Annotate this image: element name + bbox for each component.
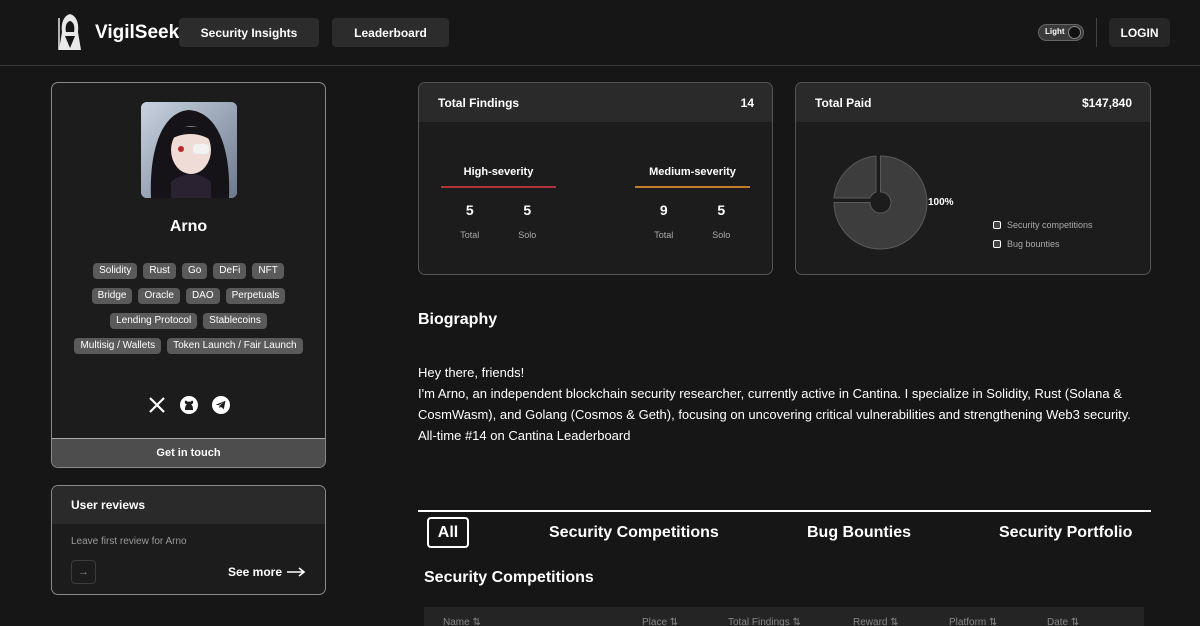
legend-security-competitions[interactable]: Security competitions [993,220,1093,230]
legend-bug-bounties[interactable]: Bug bounties [993,239,1093,249]
sort-icon: ⇅ [890,617,899,626]
sort-icon: ⇅ [669,617,679,626]
sort-icon: ⇅ [472,617,481,626]
column-header-reward[interactable]: Reward ⇅ [853,617,899,626]
column-header-place[interactable]: Place ⇅ [642,617,678,626]
user-reviews-card: User reviews Leave first review for Arno… [51,485,326,595]
leave-review-link[interactable]: Leave first review for Arno [71,536,187,547]
telegram-icon[interactable] [211,395,231,415]
legend-label: Bug bounties [1007,239,1060,249]
tag-lending-protocol: Lending Protocol [110,313,198,329]
total-paid-title: Total Paid [815,95,872,110]
medium-solo-label: Solo [712,230,731,240]
column-header-platform[interactable]: Platform ⇅ [949,617,997,626]
x-icon[interactable] [147,395,167,415]
github-icon[interactable] [179,395,199,415]
biography-text: Hey there, friends! I'm Arno, an indepen… [418,362,1138,446]
high-severity-group: High-severity 5 Total 5 Solo [441,166,556,240]
tab-all[interactable]: All [427,517,469,548]
get-in-touch-button[interactable]: Get in touch [52,438,325,467]
tab-security-competitions[interactable]: Security Competitions [549,524,719,542]
medium-total-value: 9 [659,202,668,218]
tag-go: Go [181,263,208,279]
medium-severity-group: Medium-severity 9 Total 5 Solo [635,166,750,240]
column-header-date[interactable]: Date ⇅ [1047,617,1079,626]
see-more-label: See more [227,565,282,579]
legend-label: Security competitions [1007,220,1093,230]
medium-severity-underline [635,186,750,188]
total-findings-count: 14 [740,95,754,110]
sort-icon: ⇅ [1070,617,1080,626]
nav-security-insights[interactable]: Security Insights [179,18,319,47]
tag-token-launch: Token Launch / Fair Launch [167,338,303,354]
toggle-knob [1068,26,1081,39]
legend-swatch [993,221,1001,229]
profile-name: Arno [169,218,208,235]
high-solo-label: Solo [518,230,537,240]
long-arrow-right-icon [287,567,306,577]
section-title: Security Competitions [424,569,594,586]
biography-line: All-time #14 on Cantina Leaderboard [418,428,631,443]
total-paid-amount: $147,840 [1081,95,1132,110]
tabs-divider [418,510,1151,512]
high-total-label: Total [460,230,480,240]
total-findings-card: Total Findings 14 High-severity 5 Total … [418,82,773,275]
tag-bridge: Bridge [91,288,133,304]
theme-toggle[interactable]: Light [1038,24,1084,41]
medium-total-label: Total [654,230,674,240]
column-header-name[interactable]: Name ⇅ [443,617,481,626]
high-solo-value: 5 [523,202,532,218]
biography-line: Hey there, friends! [418,365,525,380]
arrow-right-icon[interactable]: → [71,560,96,584]
tab-bug-bounties[interactable]: Bug Bounties [807,524,911,542]
donut-percent-label: 100% [928,197,954,208]
chart-legend: Security competitions Bug bounties [993,220,1093,258]
high-severity-title: High-severity [463,166,534,178]
tag-dao: DAO [185,288,220,304]
high-severity-underline [441,186,556,188]
sort-icon: ⇅ [989,617,998,626]
tab-security-portfolio[interactable]: Security Portfolio [999,524,1132,542]
reviews-title: User reviews [52,486,325,524]
login-button[interactable]: LOGIN [1109,18,1170,47]
high-total-value: 5 [465,202,474,218]
medium-solo-value: 5 [717,202,726,218]
avatar [141,102,237,198]
column-header-total-findings[interactable]: Total Findings ⇅ [728,617,801,626]
header-divider [1096,18,1097,47]
profile-card: Arno Solidity Rust Go DeFi NFT Bridge Or… [51,82,326,468]
tag-rust: Rust [143,263,176,279]
brand-name[interactable]: VigilSeek [95,22,179,44]
tag-defi: DeFi [213,263,247,279]
total-paid-card: Total Paid $147,840 100% Security compet… [795,82,1151,275]
medium-severity-title: Medium-severity [649,166,736,178]
tag-multisig-wallets: Multisig / Wallets [74,338,162,354]
social-links [52,395,325,415]
competitions-table-header: Name ⇅ Place ⇅ Total Findings ⇅ Reward ⇅… [424,607,1144,626]
hooded-figure-logo-icon[interactable] [56,12,84,52]
skill-tags: Solidity Rust Go DeFi NFT Bridge Oracle … [52,263,325,363]
total-findings-title: Total Findings [438,95,520,110]
biography-line: I'm Arno, an independent blockchain secu… [418,386,1131,422]
see-more-link[interactable]: See more [228,565,306,579]
theme-toggle-label: Light [1045,27,1065,36]
tag-stablecoins: Stablecoins [203,313,267,329]
tag-perpetuals: Perpetuals [225,288,286,304]
sort-icon: ⇅ [792,617,801,626]
tag-nft: NFT [252,263,284,279]
payout-donut-chart[interactable] [833,155,928,250]
top-header: VigilSeek Security Insights Leaderboard … [0,0,1200,66]
biography-title: Biography [418,311,498,328]
legend-swatch [993,240,1001,248]
tag-solidity: Solidity [93,263,138,279]
nav-leaderboard[interactable]: Leaderboard [332,18,449,47]
tag-oracle: Oracle [138,288,180,304]
